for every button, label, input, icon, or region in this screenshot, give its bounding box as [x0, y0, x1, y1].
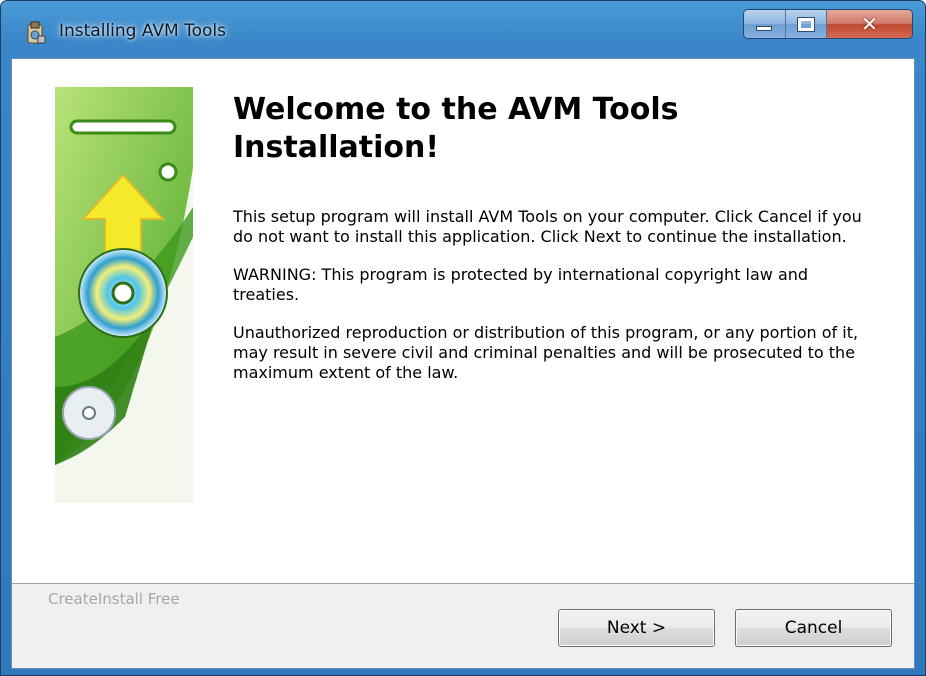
maximize-button[interactable]	[785, 10, 828, 38]
close-button[interactable]: ✕	[827, 10, 912, 38]
installer-app-icon	[27, 21, 46, 44]
brand-label: CreateInstall Free	[48, 590, 180, 608]
installer-banner-graphic	[55, 87, 193, 503]
caption-buttons: ✕	[743, 9, 913, 39]
window-title: Installing AVM Tools	[59, 21, 226, 41]
minimize-button[interactable]	[744, 10, 786, 38]
close-icon: ✕	[861, 12, 878, 36]
minimize-icon	[756, 25, 773, 31]
title-bar[interactable]: Installing AVM Tools ✕	[1, 1, 925, 57]
cancel-button[interactable]: Cancel	[735, 609, 892, 647]
installer-window: Installing AVM Tools ✕ Welcome to the AV…	[0, 0, 926, 676]
intro-paragraph: This setup program will install AVM Tool…	[233, 207, 862, 246]
welcome-content: Welcome to the AVM Tools Installation! T…	[233, 91, 883, 383]
dialog-client-area: Welcome to the AVM Tools Installation! T…	[11, 58, 915, 669]
warning-paragraph: WARNING: This program is protected by in…	[233, 265, 809, 304]
maximize-icon	[796, 16, 815, 32]
legal-paragraph: Unauthorized reproduction or distributio…	[233, 323, 859, 382]
welcome-heading: Welcome to the AVM Tools Installation!	[233, 92, 679, 165]
dialog-footer: CreateInstall Free Next > Cancel	[12, 583, 914, 668]
next-button[interactable]: Next >	[558, 609, 715, 647]
